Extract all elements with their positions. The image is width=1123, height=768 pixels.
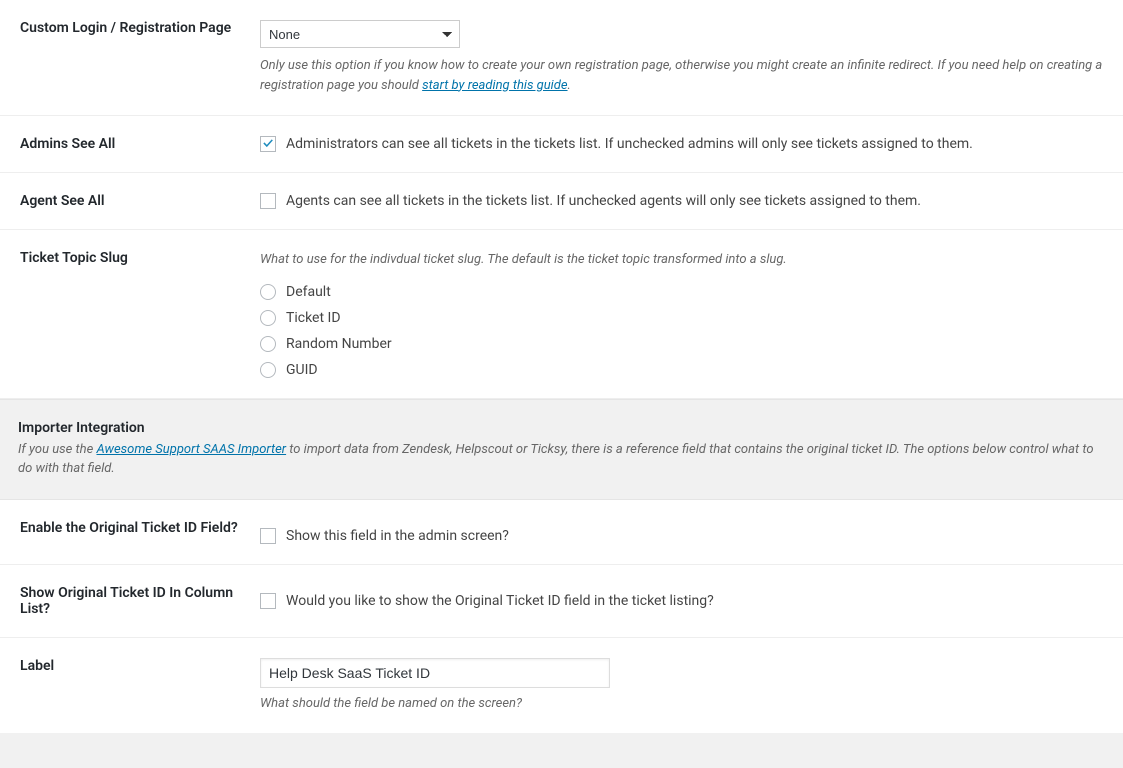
agent-see-all-text: Agents can see all tickets in the ticket… [286,193,921,209]
show-original-checkbox[interactable] [260,593,276,609]
enable-original-text: Show this field in the admin screen? [286,528,509,544]
ticket-slug-radio-ticket-id[interactable] [260,310,276,326]
row-ticket-slug: Ticket Topic Slug What to use for the in… [0,230,1123,399]
row-label-field: Label What should the field be named on … [0,638,1123,734]
field-agent-see-all: Agents can see all tickets in the ticket… [260,193,1103,209]
field-label-field: What should the field be named on the sc… [260,658,1103,714]
row-show-original: Show Original Ticket ID In Column List? … [0,565,1123,638]
ticket-slug-radio-random-label: Random Number [286,336,392,352]
ticket-slug-radio-random[interactable] [260,336,276,352]
ticket-slug-desc: What to use for the indivdual ticket slu… [260,250,1103,270]
label-field-desc: What should the field be named on the sc… [260,694,1103,714]
ticket-slug-radio-guid-label: GUID [286,362,318,378]
enable-original-checkbox[interactable] [260,528,276,544]
importer-title: Importer Integration [18,420,1105,436]
row-agent-see-all: Agent See All Agents can see all tickets… [0,173,1123,230]
custom-login-description: Only use this option if you know how to … [260,56,1103,95]
show-original-line: Would you like to show the Original Tick… [260,585,1103,609]
ticket-slug-option-random: Random Number [260,336,1103,352]
field-admins-see-all: Administrators can see all tickets in th… [260,136,1103,152]
row-custom-login: Custom Login / Registration Page None On… [0,0,1123,116]
ticket-slug-option-ticket-id: Ticket ID [260,310,1103,326]
custom-login-guide-link[interactable]: start by reading this guide [422,78,567,93]
custom-login-desc-after: . [568,78,571,93]
agent-see-all-line: Agents can see all tickets in the ticket… [260,193,1103,209]
section-importer-integration: Importer Integration If you use the Awes… [0,399,1123,500]
ticket-slug-radio-ticket-id-label: Ticket ID [286,310,341,326]
field-enable-original: Show this field in the admin screen? [260,520,1103,544]
row-admins-see-all: Admins See All Administrators can see al… [0,116,1123,173]
settings-form: Custom Login / Registration Page None On… [0,0,1123,733]
label-admins-see-all: Admins See All [20,136,260,152]
field-custom-login: None Only use this option if you know ho… [260,20,1103,95]
row-enable-original: Enable the Original Ticket ID Field? Sho… [0,500,1123,565]
custom-login-select[interactable]: None [260,20,460,48]
label-agent-see-all: Agent See All [20,193,260,209]
label-enable-original: Enable the Original Ticket ID Field? [20,520,260,544]
ticket-slug-radio-default[interactable] [260,284,276,300]
ticket-slug-radio-default-label: Default [286,284,331,300]
enable-original-line: Show this field in the admin screen? [260,520,1103,544]
ticket-slug-radio-guid[interactable] [260,362,276,378]
agent-see-all-checkbox[interactable] [260,193,276,209]
custom-login-desc-before: Only use this option if you know how to … [260,58,1102,93]
importer-desc-before: If you use the [18,442,97,457]
show-original-text: Would you like to show the Original Tick… [286,593,714,609]
label-custom-login: Custom Login / Registration Page [20,20,260,95]
importer-link[interactable]: Awesome Support SAAS Importer [97,442,287,457]
importer-desc: If you use the Awesome Support SAAS Impo… [18,440,1105,479]
ticket-slug-option-default: Default [260,284,1103,300]
label-field-input[interactable] [260,658,610,688]
admins-see-all-line: Administrators can see all tickets in th… [260,136,1103,152]
field-ticket-slug: What to use for the indivdual ticket slu… [260,250,1103,378]
label-label-field: Label [20,658,260,714]
admins-see-all-text: Administrators can see all tickets in th… [286,136,973,152]
ticket-slug-option-guid: GUID [260,362,1103,378]
field-show-original: Would you like to show the Original Tick… [260,585,1103,617]
label-show-original: Show Original Ticket ID In Column List? [20,585,260,617]
admins-see-all-checkbox[interactable] [260,136,276,152]
label-ticket-slug: Ticket Topic Slug [20,250,260,378]
